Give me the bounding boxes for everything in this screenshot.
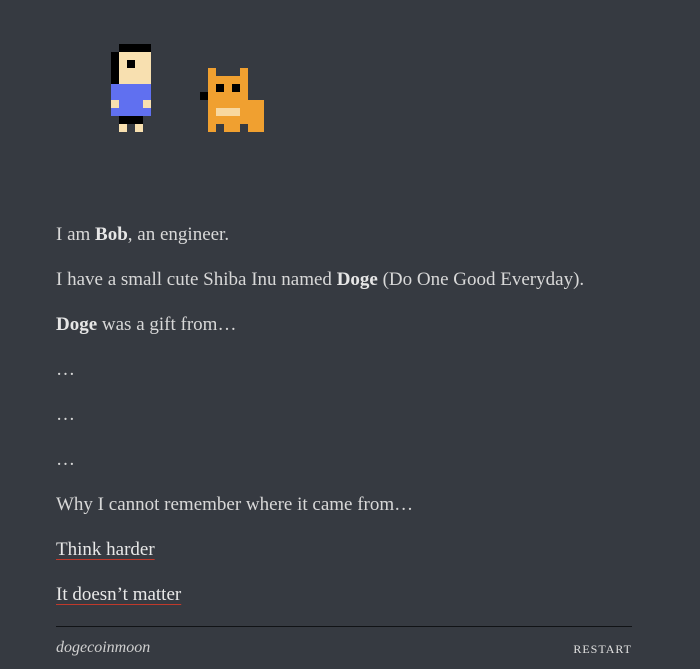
name-doge: Doge xyxy=(56,314,98,335)
choice-doesnt-matter[interactable]: It doesn’t matter xyxy=(56,584,181,605)
footer-divider xyxy=(56,626,632,627)
story-line-3: Doge was a gift from… xyxy=(56,314,237,335)
story-title: dogecoinmoon xyxy=(56,639,151,656)
story-line-1: I am Bob, an engineer. xyxy=(56,224,230,245)
story-line-4: Why I cannot remember where it came from… xyxy=(56,494,414,515)
name-bob: Bob xyxy=(95,224,128,245)
story-ellipsis-1: … xyxy=(56,359,75,380)
doge-sprite xyxy=(200,68,264,132)
choice-list-2: It doesn’t matter xyxy=(56,580,636,610)
story-ellipsis-2: … xyxy=(56,404,75,425)
name-doge: Doge xyxy=(336,269,378,290)
story-ellipsis-3: … xyxy=(56,449,75,470)
story-line-2: I have a small cute Shiba Inu named Doge… xyxy=(56,269,585,290)
restart-button[interactable]: RESTART xyxy=(573,642,632,657)
choice-think-harder[interactable]: Think harder xyxy=(56,539,155,560)
bob-sprite xyxy=(111,44,151,132)
character-sprites xyxy=(0,0,700,200)
choice-list: Think harder xyxy=(56,535,636,565)
story-text: I am Bob, an engineer. I have a small cu… xyxy=(56,220,636,625)
